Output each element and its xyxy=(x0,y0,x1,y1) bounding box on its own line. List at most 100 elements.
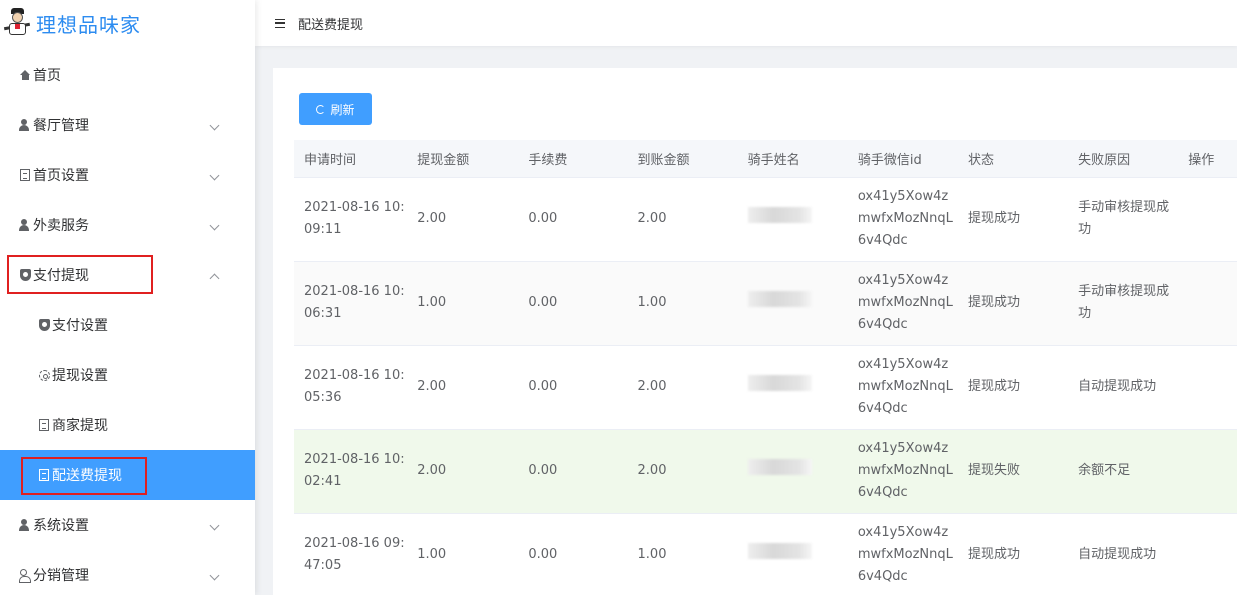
column-header[interactable]: 申请时间 xyxy=(294,140,408,178)
document-icon xyxy=(38,419,50,431)
column-header[interactable]: 状态 xyxy=(957,140,1069,178)
refresh-button[interactable]: 刷新 xyxy=(299,93,372,125)
cell-wechat-id: ox41y5Xow4zmwfxMozNnqL6v4Qdc xyxy=(847,177,958,262)
table-row[interactable]: 2021-08-16 09:47:05 1.00 0.00 1.00 ox41y… xyxy=(294,513,1237,595)
brand-title: 理想品味家 xyxy=(36,12,141,37)
cell-status: 提现成功 xyxy=(957,177,1069,262)
sidebar-item-merchant-withdraw[interactable]: 商家提现 xyxy=(0,400,255,450)
cell-actions xyxy=(1178,261,1237,346)
brand[interactable]: 理想品味家 xyxy=(0,0,255,46)
blurred-name xyxy=(747,375,812,391)
cell-amount: 2.00 xyxy=(407,177,519,262)
column-header[interactable]: 骑手姓名 xyxy=(737,140,848,178)
blurred-name xyxy=(747,459,812,475)
sidebar-item-label: 分销管理 xyxy=(33,568,89,584)
sidebar-item-label: 系统设置 xyxy=(33,518,89,534)
breadcrumb: 配送费提现 xyxy=(298,17,364,33)
gear-icon xyxy=(38,369,50,381)
sidebar-item-payment-settings[interactable]: 支付设置 xyxy=(0,300,255,350)
sidebar-item-distribution[interactable]: 分销管理 xyxy=(0,550,255,595)
cell-rider-name xyxy=(737,429,848,514)
person-icon xyxy=(19,519,31,531)
chef-logo-icon xyxy=(3,8,31,38)
document-icon xyxy=(19,169,31,181)
cell-amount: 2.00 xyxy=(407,429,519,514)
table-row[interactable]: 2021-08-16 10:05:36 2.00 0.00 2.00 ox41y… xyxy=(294,345,1237,430)
column-header[interactable]: 手续费 xyxy=(518,140,628,178)
highlight-box xyxy=(21,457,147,495)
top-bar: 配送费提现 xyxy=(255,0,1237,46)
chevron-down-icon xyxy=(209,120,220,131)
cell-rider-name xyxy=(737,513,848,595)
cell-fee: 0.00 xyxy=(518,177,628,262)
sidebar-item-payment-withdraw[interactable]: 支付提现 xyxy=(0,250,255,300)
highlight-box xyxy=(7,255,153,294)
sidebar-item-label: 外卖服务 xyxy=(33,218,89,234)
cell-received: 1.00 xyxy=(627,513,738,595)
cell-status: 提现成功 xyxy=(957,345,1069,430)
cell-received: 2.00 xyxy=(627,345,738,430)
column-header[interactable]: 提现金额 xyxy=(407,140,519,178)
cell-fee: 0.00 xyxy=(518,345,628,430)
cell-wechat-id: ox41y5Xow4zmwfxMozNnqL6v4Qdc xyxy=(847,513,958,595)
blurred-name xyxy=(747,207,812,223)
column-header[interactable]: 操作 xyxy=(1178,140,1237,178)
sidebar-item-delivery-fee-withdraw[interactable]: 配送费提现 xyxy=(0,450,255,500)
column-header[interactable]: 失败原因 xyxy=(1068,140,1179,178)
menu-toggle-icon[interactable] xyxy=(275,18,285,28)
sidebar-item-home[interactable]: 首页 xyxy=(0,50,255,100)
table-row[interactable]: 2021-08-16 10:09:11 2.00 0.00 2.00 ox41y… xyxy=(294,177,1237,262)
shield-icon xyxy=(38,319,50,331)
cell-received: 1.00 xyxy=(627,261,738,346)
cell-reason: 余额不足 xyxy=(1068,429,1179,514)
cell-reason: 手动审核提现成功 xyxy=(1068,177,1179,262)
person-icon xyxy=(19,219,31,231)
sidebar: 理想品味家 首页 餐厅管理 首页设置 外卖服务 支付提现 支付设置 提现设置 商… xyxy=(0,0,255,595)
table-header-row: 申请时间 提现金额 手续费 到账金额 骑手姓名 骑手微信id 状态 失败原因 操… xyxy=(294,140,1237,178)
cell-received: 2.00 xyxy=(627,429,738,514)
cell-reason: 手动审核提现成功 xyxy=(1068,261,1179,346)
cell-time: 2021-08-16 10:06:31 xyxy=(294,261,408,346)
cell-reason: 自动提现成功 xyxy=(1068,513,1179,595)
cell-reason: 自动提现成功 xyxy=(1068,345,1179,430)
sidebar-item-label: 首页 xyxy=(33,68,61,84)
cell-actions xyxy=(1178,177,1237,262)
chevron-down-icon xyxy=(209,220,220,231)
cell-status: 提现成功 xyxy=(957,513,1069,595)
column-header[interactable]: 骑手微信id xyxy=(847,140,958,178)
table-row[interactable]: 2021-08-16 10:06:31 1.00 0.00 1.00 ox41y… xyxy=(294,261,1237,346)
sidebar-item-restaurant[interactable]: 餐厅管理 xyxy=(0,100,255,150)
cell-actions xyxy=(1178,513,1237,595)
refresh-icon xyxy=(316,104,326,114)
chevron-down-icon xyxy=(209,570,220,581)
cell-actions xyxy=(1178,429,1237,514)
cell-time: 2021-08-16 10:05:36 xyxy=(294,345,408,430)
sidebar-item-system-settings[interactable]: 系统设置 xyxy=(0,500,255,550)
refresh-button-label: 刷新 xyxy=(330,102,355,117)
cell-wechat-id: ox41y5Xow4zmwfxMozNnqL6v4Qdc xyxy=(847,429,958,514)
sidebar-item-home-settings[interactable]: 首页设置 xyxy=(0,150,255,200)
cell-rider-name xyxy=(737,345,848,430)
cell-wechat-id: ox41y5Xow4zmwfxMozNnqL6v4Qdc xyxy=(847,345,958,430)
cell-status: 提现成功 xyxy=(957,261,1069,346)
sidebar-menu: 首页 餐厅管理 首页设置 外卖服务 支付提现 支付设置 提现设置 商家提现 配送… xyxy=(0,50,255,595)
cell-rider-name xyxy=(737,177,848,262)
cell-received: 2.00 xyxy=(627,177,738,262)
people-icon xyxy=(19,569,31,583)
table-row[interactable]: 2021-08-16 10:02:41 2.00 0.00 2.00 ox41y… xyxy=(294,429,1237,514)
content-card: 刷新 申请时间 提现金额 手续费 到账金额 骑手姓名 骑手微信id 状态 失败原… xyxy=(273,68,1237,595)
column-header[interactable]: 到账金额 xyxy=(627,140,738,178)
chevron-down-icon xyxy=(209,170,220,181)
home-icon xyxy=(19,69,31,81)
sidebar-item-label: 首页设置 xyxy=(33,168,89,184)
cell-rider-name xyxy=(737,261,848,346)
cell-time: 2021-08-16 10:02:41 xyxy=(294,429,408,514)
sidebar-item-withdraw-settings[interactable]: 提现设置 xyxy=(0,350,255,400)
sidebar-item-label: 支付设置 xyxy=(52,318,108,334)
cell-fee: 0.00 xyxy=(518,261,628,346)
cell-status: 提现失败 xyxy=(957,429,1069,514)
cell-amount: 1.00 xyxy=(407,513,519,595)
withdraw-table: 申请时间 提现金额 手续费 到账金额 骑手姓名 骑手微信id 状态 失败原因 操… xyxy=(294,140,1237,595)
sidebar-item-delivery[interactable]: 外卖服务 xyxy=(0,200,255,250)
blurred-name xyxy=(747,543,812,559)
